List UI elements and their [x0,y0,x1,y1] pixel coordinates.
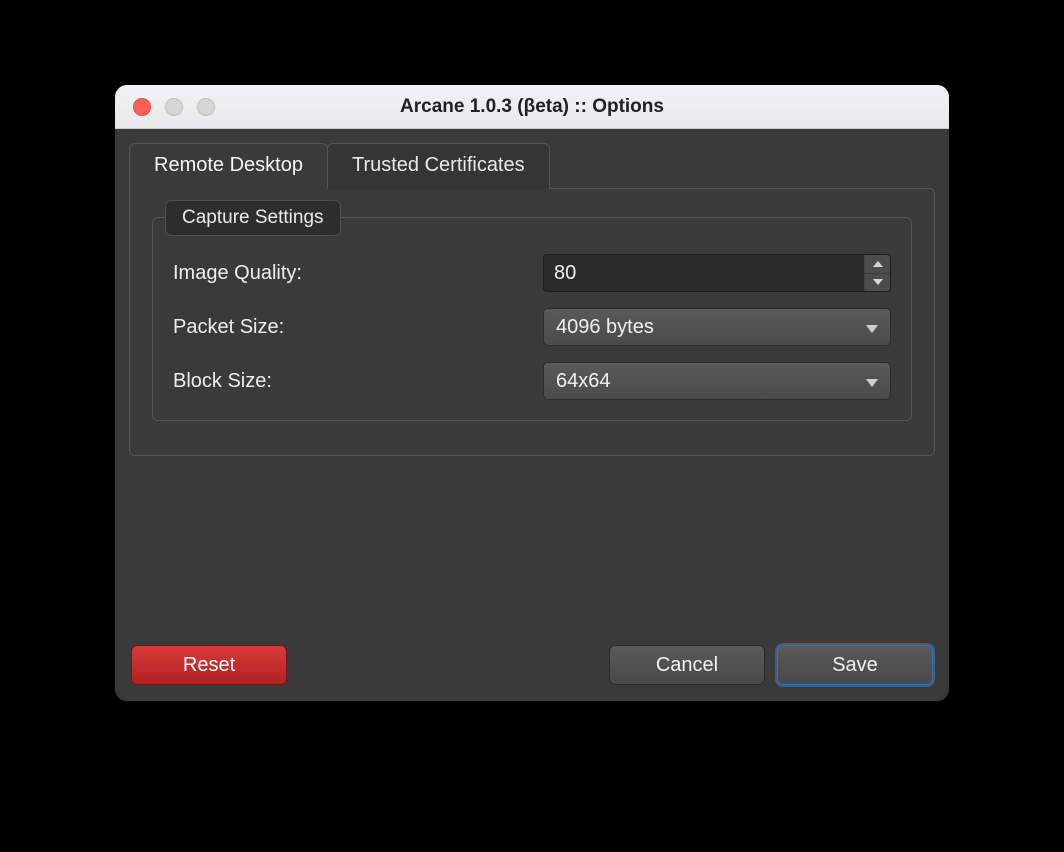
zoom-icon[interactable] [197,98,215,116]
image-quality-label: Image Quality: [173,262,543,285]
tabbar: Remote Desktop Trusted Certificates [129,143,935,189]
chevron-down-icon [866,316,878,339]
tab-label: Remote Desktop [154,154,303,176]
packet-size-label: Packet Size: [173,316,543,339]
button-label: Cancel [656,654,718,677]
stepper-buttons [864,255,890,291]
button-label: Reset [183,654,235,677]
minimize-icon[interactable] [165,98,183,116]
chevron-down-icon [866,370,878,393]
button-label: Save [832,654,878,677]
spacer [129,456,935,645]
row-image-quality: Image Quality: 80 [173,254,891,292]
close-icon[interactable] [133,98,151,116]
tab-panel-remote-desktop: Capture Settings Image Quality: 80 [129,188,935,456]
tab-remote-desktop[interactable]: Remote Desktop [129,143,328,189]
tab-trusted-certificates[interactable]: Trusted Certificates [327,143,550,189]
row-block-size: Block Size: 64x64 [173,362,891,400]
save-button[interactable]: Save [777,645,933,685]
packet-size-select[interactable]: 4096 bytes [543,308,891,346]
image-quality-value[interactable]: 80 [544,255,864,291]
image-quality-stepper[interactable]: 80 [543,254,891,292]
block-size-select[interactable]: 64x64 [543,362,891,400]
options-window: Arcane 1.0.3 (βeta) :: Options Remote De… [115,85,949,701]
stepper-up-icon[interactable] [865,255,890,273]
window-title: Arcane 1.0.3 (βeta) :: Options [115,96,949,118]
stepper-down-icon[interactable] [865,273,890,292]
packet-size-value: 4096 bytes [556,316,654,339]
capture-settings-group: Capture Settings Image Quality: 80 [152,217,912,421]
footer-spacer [299,645,597,685]
cancel-button[interactable]: Cancel [609,645,765,685]
window-body: Remote Desktop Trusted Certificates Capt… [115,129,949,701]
tab-label: Trusted Certificates [352,154,525,176]
row-packet-size: Packet Size: 4096 bytes [173,308,891,346]
capture-settings-legend: Capture Settings [165,200,341,236]
traffic-lights [133,98,215,116]
block-size-label: Block Size: [173,370,543,393]
dialog-footer: Reset Cancel Save [129,645,935,687]
reset-button[interactable]: Reset [131,645,287,685]
titlebar: Arcane 1.0.3 (βeta) :: Options [115,85,949,129]
block-size-value: 64x64 [556,370,611,393]
